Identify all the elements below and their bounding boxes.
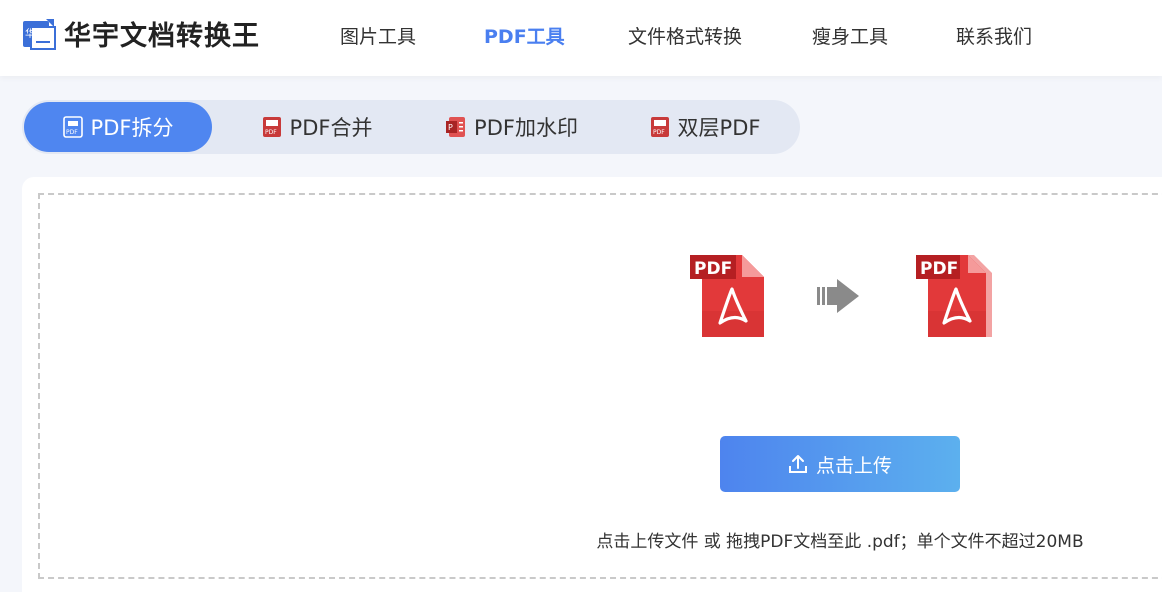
svg-text:PDF: PDF [653, 129, 665, 136]
tab-label: 双层PDF [677, 116, 761, 140]
nav-format-convert[interactable]: 文件格式转换 [628, 22, 742, 49]
tab-label: PDF拆分 [90, 116, 174, 140]
pdf-watermark-icon: P [446, 117, 466, 137]
upload-icon [788, 455, 807, 473]
upload-panel: PDF PDF 点击上传 点击上传文件 或 拖拽PDF文档至此 .pdf；单个文… [22, 177, 1162, 592]
tab-label: PDF加水印 [474, 116, 578, 140]
nav-compress-tools[interactable]: 瘦身工具 [812, 22, 888, 49]
tab-label: PDF合并 [289, 116, 373, 140]
upload-button-label: 点击上传 [815, 455, 892, 477]
pdf-merge-icon: PDF [262, 117, 281, 137]
tab-pdf-double-layer[interactable]: PDF 双层PDF [612, 102, 798, 152]
tool-tabs: PDF PDF拆分 PDF PDF合并 P PDF加水印 PDF 双层PDF [22, 100, 800, 154]
pdf-split-icon: PDF [62, 116, 83, 138]
pdf-source-label: PDF [694, 259, 732, 279]
arrow-right-icon [817, 279, 859, 313]
svg-text:PDF: PDF [66, 129, 78, 136]
pdf-double-layer-icon: PDF [650, 117, 669, 137]
pdf-target-label: PDF [920, 259, 958, 279]
nav-image-tools[interactable]: 图片工具 [340, 22, 416, 49]
upload-button[interactable]: 点击上传 [720, 436, 960, 492]
main-nav: 图片工具 PDF工具 文件格式转换 瘦身工具 联系我们 [0, 0, 1162, 76]
pdf-source-icon: PDF [690, 255, 764, 337]
top-header: 华宇 华宇文档转换王 图片工具 PDF工具 文件格式转换 瘦身工具 联系我们 [0, 0, 1162, 76]
tab-pdf-watermark[interactable]: P PDF加水印 [422, 102, 602, 152]
upload-dropzone[interactable]: PDF PDF 点击上传 点击上传文件 或 拖拽PDF文档至此 .pdf；单个文… [38, 193, 1162, 579]
svg-text:PDF: PDF [265, 129, 277, 136]
pdf-target-icon: PDF [916, 255, 992, 337]
svg-text:P: P [448, 123, 453, 132]
upload-hint: 点击上传文件 或 拖拽PDF文档至此 .pdf；单个文件不超过20MB [596, 532, 1084, 552]
nav-contact[interactable]: 联系我们 [956, 22, 1032, 49]
nav-pdf-tools[interactable]: PDF工具 [482, 22, 567, 49]
tab-pdf-split[interactable]: PDF PDF拆分 [24, 102, 212, 152]
tab-pdf-merge[interactable]: PDF PDF合并 [222, 102, 412, 152]
